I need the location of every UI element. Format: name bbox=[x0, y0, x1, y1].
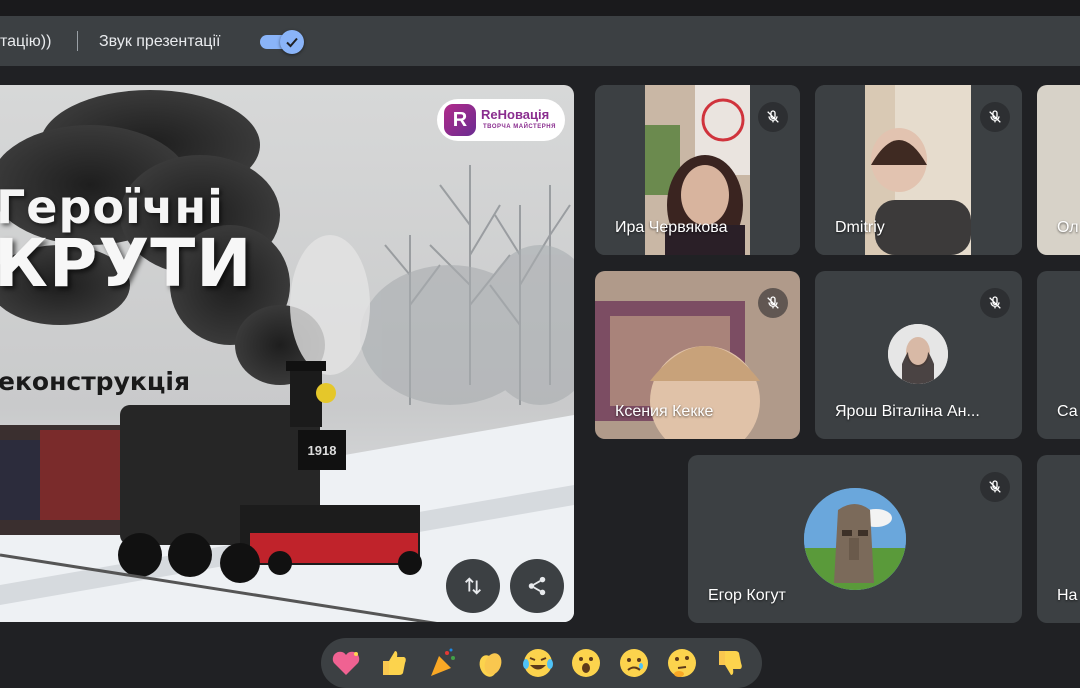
presentation-sound-toggle[interactable] bbox=[260, 30, 304, 54]
share-icon bbox=[528, 576, 546, 596]
presentation-title-line2: КРУТИ bbox=[0, 225, 253, 302]
bar-divider bbox=[77, 31, 78, 51]
reactions-bar bbox=[321, 638, 762, 688]
muted-mic-icon bbox=[980, 288, 1010, 318]
participant-name: Dmitriy bbox=[835, 219, 885, 236]
participant-tile[interactable]: На bbox=[1037, 455, 1080, 623]
logo-name: ReНовація bbox=[481, 107, 550, 122]
presentation-sound-label: Звук презентації bbox=[99, 33, 221, 50]
stop-presenting-label[interactable]: тацію)) bbox=[0, 33, 51, 51]
participant-name: Ксения Кекке bbox=[615, 403, 714, 420]
participant-tile[interactable]: Dmitriy bbox=[815, 85, 1022, 255]
muted-mic-icon bbox=[758, 288, 788, 318]
logo-mark-icon: R bbox=[444, 104, 476, 136]
presentation-bar: тацію)) Звук презентації bbox=[0, 16, 1080, 66]
check-icon bbox=[286, 37, 298, 48]
participant-name: Ол bbox=[1057, 219, 1079, 236]
participant-name: Ира Червякова bbox=[615, 219, 728, 236]
renovation-logo: R ReНовація ТВОРЧА МАЙСТЕРНЯ bbox=[437, 99, 565, 141]
participant-name: Са bbox=[1057, 403, 1078, 420]
muted-mic-icon bbox=[980, 102, 1010, 132]
muted-mic-icon bbox=[980, 472, 1010, 502]
participant-name: Ярош Віталіна Ан... bbox=[835, 403, 980, 420]
participant-tile[interactable]: Ксения Кекке bbox=[595, 271, 800, 439]
presentation-subtitle: еконструкція bbox=[0, 367, 190, 396]
participant-tile[interactable]: Егор Когут bbox=[688, 455, 1022, 623]
share-button[interactable] bbox=[510, 559, 564, 613]
participant-tile[interactable]: Ира Червякова bbox=[595, 85, 800, 255]
participant-tile[interactable]: Са bbox=[1037, 271, 1080, 439]
avatar bbox=[804, 488, 906, 590]
swap-layout-button[interactable] bbox=[446, 559, 500, 613]
swap-vertical-icon bbox=[465, 577, 481, 595]
presentation-image bbox=[0, 85, 574, 622]
window-top-strip bbox=[0, 0, 1080, 16]
avatar bbox=[888, 324, 948, 384]
toggle-knob bbox=[280, 30, 304, 54]
participant-name: На bbox=[1057, 587, 1078, 604]
muted-mic-icon bbox=[758, 102, 788, 132]
train-number: 1918 bbox=[307, 442, 337, 458]
logo-tagline: ТВОРЧА МАЙСТЕРНЯ bbox=[483, 124, 556, 130]
participant-tile[interactable]: Ол bbox=[1037, 85, 1080, 255]
participant-tile[interactable]: Ярош Віталіна Ан... bbox=[815, 271, 1022, 439]
participant-name: Егор Когут bbox=[708, 587, 786, 604]
shared-presentation: Героїчні КРУТИ еконструкція R ReНовація … bbox=[0, 85, 574, 622]
